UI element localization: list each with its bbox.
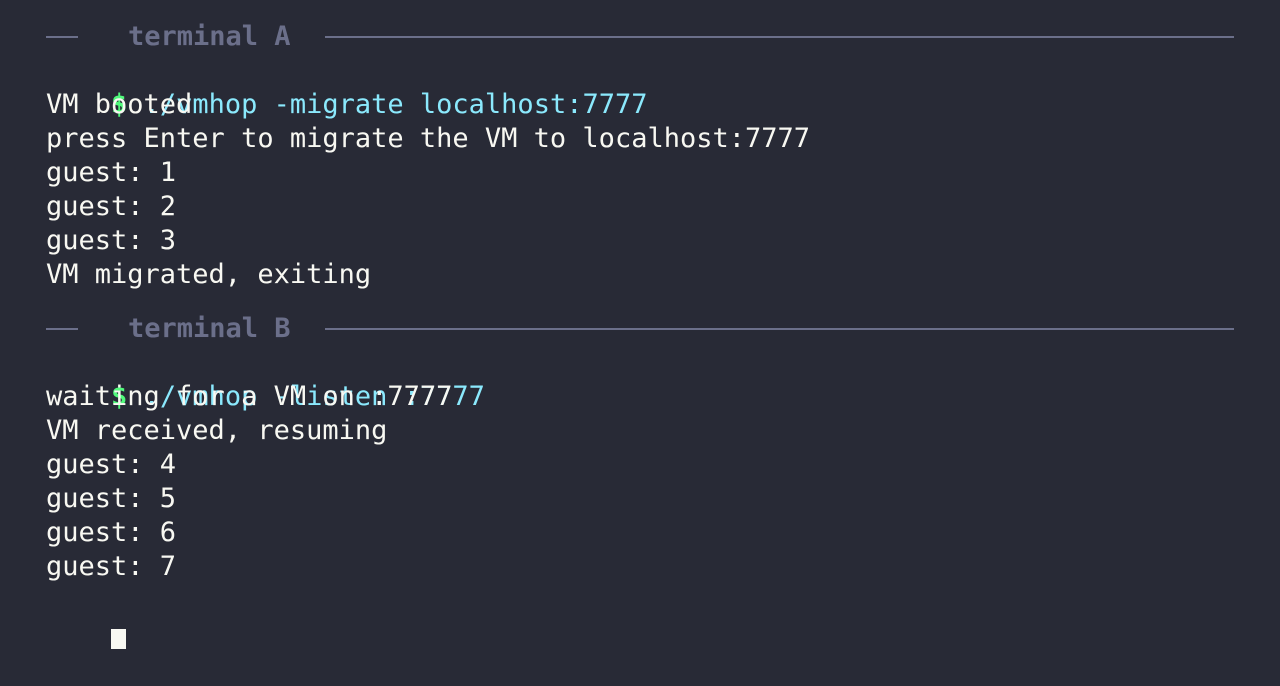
output-line: guest: 6: [46, 517, 177, 548]
output-line: VM received, resuming: [46, 415, 388, 446]
output-line: VM migrated, exiting: [46, 259, 372, 290]
command-line: $ ./vmhop -migrate localhost:7777: [46, 54, 1234, 120]
header-rule-right: [324, 328, 1234, 330]
output-line: guest: 5: [46, 483, 177, 514]
terminal-b-header: terminal B: [46, 312, 1234, 346]
input-line[interactable]: [46, 584, 1234, 649]
header-rule-left: [46, 36, 78, 38]
terminal-cursor: [111, 628, 127, 649]
header-rule-right: [324, 36, 1234, 38]
command-text: ./vmhop -migrate localhost:7777: [143, 89, 648, 120]
output-line: press Enter to migrate the VM to localho…: [46, 123, 811, 154]
output-line: guest: 1: [46, 157, 177, 188]
command-line: $ ./vmhop -listen :7777: [46, 346, 1234, 412]
terminal-b-pane[interactable]: terminal B $ ./vmhop -listen :7777 waiti…: [46, 312, 1234, 649]
terminal-a-pane[interactable]: terminal A $ ./vmhop -migrate localhost:…: [46, 20, 1234, 292]
output-line: waiting for a VM on :7777: [46, 381, 453, 412]
terminal-a-header: terminal A: [46, 20, 1234, 54]
terminal-a-title: terminal A: [128, 21, 291, 52]
output-line: guest: 3: [46, 225, 177, 256]
output-line: guest: 2: [46, 191, 177, 222]
output-line: guest: 4: [46, 449, 177, 480]
output-line: guest: 7: [46, 551, 177, 582]
header-rule-left: [46, 328, 78, 330]
terminal-b-title: terminal B: [128, 313, 291, 344]
